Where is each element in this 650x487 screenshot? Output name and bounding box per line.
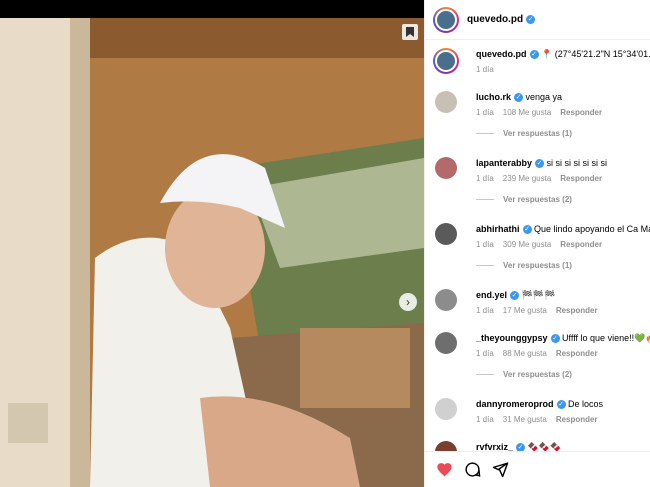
view-replies-label: Ver respuestas (1) [503,261,572,270]
author-username[interactable]: quevedo.pd [467,14,523,25]
commenter-avatar[interactable] [435,441,457,451]
reply-button[interactable]: Responder [556,306,598,315]
commenter-username[interactable]: dannyromeroprod [476,399,554,409]
action-bar [425,451,650,487]
comment-time: 1 día [476,240,494,249]
view-replies-button[interactable]: Ver respuestas (2) [476,370,572,379]
verified-icon: ✓ [510,291,520,301]
comment-likes[interactable]: 88 Me gusta [503,349,547,358]
comment-text: De locos [568,399,604,409]
verified-icon: ✓ [550,334,560,344]
post-panel: quevedo.pd ✓ quevedo.pd ✓ 📍 (27°45'21.2"N… [424,0,650,487]
verified-icon: ✓ [514,93,524,103]
commenter-avatar[interactable] [435,289,457,311]
verified-icon: ✓ [535,159,545,169]
view-replies-label: Ver respuestas (2) [503,370,572,379]
next-image-button[interactable]: › [399,293,417,311]
commenter-username[interactable]: lapanterabby [476,158,532,168]
verified-icon: ✓ [522,225,532,235]
comment-text: 🏁🏁🏁 [521,290,556,300]
comment-text: Uffff lo que viene!!💚🔥 [562,333,650,343]
comment-text: 🍫🍫🍫 [527,442,562,451]
comment-likes[interactable]: 31 Me gusta [503,415,547,424]
comment-text: Que lindo apoyando el Ca Manc [534,224,650,234]
photo-illustration [0,18,424,487]
author-avatar[interactable] [433,6,459,33]
verified-icon: ✓ [556,400,566,410]
author-avatar-caption[interactable] [433,48,459,74]
view-replies-button[interactable]: Ver respuestas (2) [476,195,572,204]
commenter-username[interactable]: abhirhathi [476,224,520,234]
view-replies-label: Ver respuestas (2) [503,195,572,204]
comment-text: venga ya [525,92,563,102]
caption-time: 1 día [476,65,494,74]
commenter-username[interactable]: lucho.rk [476,92,511,102]
commenter-username[interactable]: _theyounggypsy [476,333,548,343]
save-icon[interactable] [402,24,418,40]
comment-time: 1 día [476,174,494,183]
view-replies-button[interactable]: Ver respuestas (1) [476,129,572,138]
top-bar [0,0,424,18]
view-replies-label: Ver respuestas (1) [503,129,572,138]
commenter-avatar[interactable] [435,223,457,245]
comment-time: 1 día [476,415,494,424]
reply-button[interactable]: Responder [556,349,598,358]
comment-time: 1 día [476,306,494,315]
commenter-avatar[interactable] [435,91,457,113]
reply-button[interactable]: Responder [560,240,602,249]
commenter-avatar[interactable] [435,398,457,420]
caption-author[interactable]: quevedo.pd [476,49,527,59]
comment-icon[interactable] [463,461,481,479]
comment-likes[interactable]: 239 Me gusta [503,174,551,183]
reply-button[interactable]: Responder [560,108,602,117]
comments-list: quevedo.pd✓ 📍 (27°45'21.2"N 15°34'01.4"W… [425,41,650,451]
comment-likes[interactable]: 108 Me gusta [503,108,551,117]
comment-text: si si si si si si si [546,158,608,168]
commenter-username[interactable]: end.yel [476,290,507,300]
comment-time: 1 día [476,108,494,117]
verified-icon: ✓ [526,15,536,24]
share-icon[interactable] [491,461,509,479]
comment-time: 1 día [476,349,494,358]
post-header: quevedo.pd ✓ [425,0,650,40]
reply-button[interactable]: Responder [560,174,602,183]
commenter-avatar[interactable] [435,157,457,179]
commenter-avatar[interactable] [435,332,457,354]
verified-icon: ✓ [516,443,526,451]
reply-button[interactable]: Responder [556,415,598,424]
comment-likes[interactable]: 17 Me gusta [503,306,547,315]
view-replies-button[interactable]: Ver respuestas (1) [476,261,572,270]
comment-likes[interactable]: 309 Me gusta [503,240,551,249]
commenter-username[interactable]: rvfvrxiz_ [476,442,513,451]
post-photo[interactable]: › [0,18,424,487]
heart-icon[interactable] [435,461,453,479]
verified-icon: ✓ [529,50,539,60]
caption-location: 📍 (27°45'21.2"N 15°34'01.4"W [541,49,650,59]
